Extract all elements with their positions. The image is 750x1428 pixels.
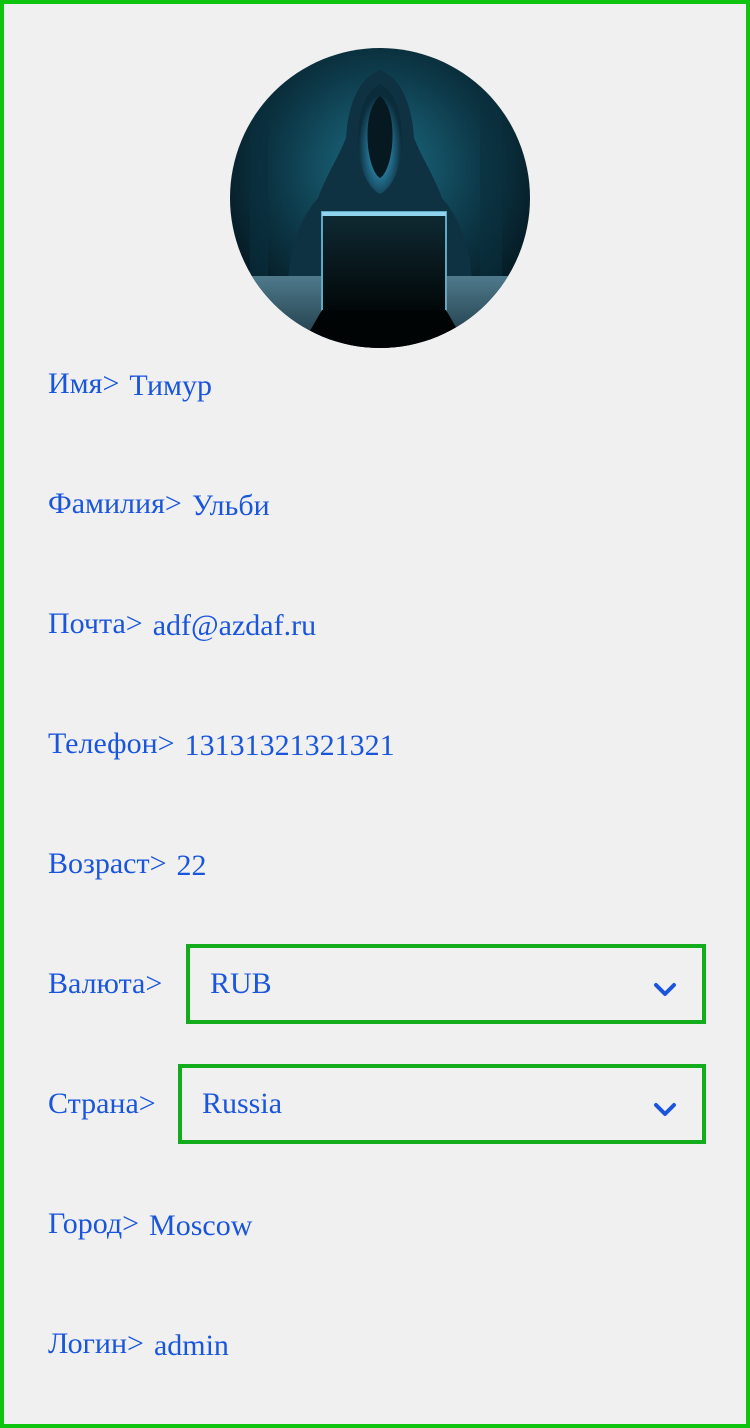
country-separator: >	[138, 1087, 156, 1120]
profile-card: Имя > Тимур Фамилия > Ульби Почта > adf@azdaf.…	[0, 0, 750, 1428]
first-name-row: Имя > Тимур	[48, 364, 212, 404]
age-value[interactable]: 22	[177, 849, 207, 883]
email-separator: >	[125, 607, 143, 640]
country-row: Страна >	[48, 1084, 166, 1124]
login-label: Логин	[48, 1327, 128, 1360]
login-separator: >	[127, 1327, 144, 1360]
phone-separator: >	[157, 727, 175, 760]
country-select[interactable]: Russia	[178, 1064, 706, 1144]
country-label: Страна	[48, 1087, 139, 1120]
chevron-down-icon	[654, 983, 676, 996]
city-label: Город	[48, 1207, 123, 1240]
phone-row: Телефон >13131321321321	[48, 724, 395, 764]
phone-value[interactable]: 13131321321321	[185, 729, 395, 763]
city-value[interactable]: Moscow	[149, 1209, 252, 1243]
currency-label: Валюта	[48, 967, 146, 1000]
first-name-value[interactable]: Тимур	[129, 369, 212, 403]
email-label: Почта	[48, 607, 126, 640]
currency-select[interactable]: RUB	[186, 944, 706, 1024]
first-name-label: Имя	[48, 367, 103, 400]
city-separator: >	[122, 1207, 140, 1240]
first-name-separator: >	[102, 367, 120, 400]
login-row: Логин > admin	[48, 1324, 229, 1364]
currency-selected-value: RUB	[210, 967, 272, 1000]
age-row: Возраст >22	[48, 844, 207, 884]
age-separator: >	[149, 847, 167, 880]
last-name-label: Фамилия	[48, 487, 165, 520]
hacker-avatar-icon	[230, 48, 530, 348]
currency-separator: >	[145, 967, 163, 1000]
avatar	[230, 48, 530, 348]
country-selected-value: Russia	[202, 1087, 283, 1120]
email-row: Почта > adf@azdaf.ru	[48, 604, 316, 644]
login-value[interactable]: admin	[154, 1329, 229, 1363]
last-name-separator: >	[164, 487, 182, 520]
currency-row: Валюта >	[48, 964, 172, 1004]
email-value[interactable]: adf@azdaf.ru	[153, 609, 316, 643]
city-row: Город > Moscow	[48, 1204, 252, 1244]
last-name-row: Фамилия > Ульби	[48, 484, 270, 524]
chevron-down-icon	[654, 1103, 676, 1116]
last-name-value[interactable]: Ульби	[192, 489, 270, 523]
phone-label: Телефон	[48, 727, 158, 760]
age-label: Возраст	[48, 847, 150, 880]
